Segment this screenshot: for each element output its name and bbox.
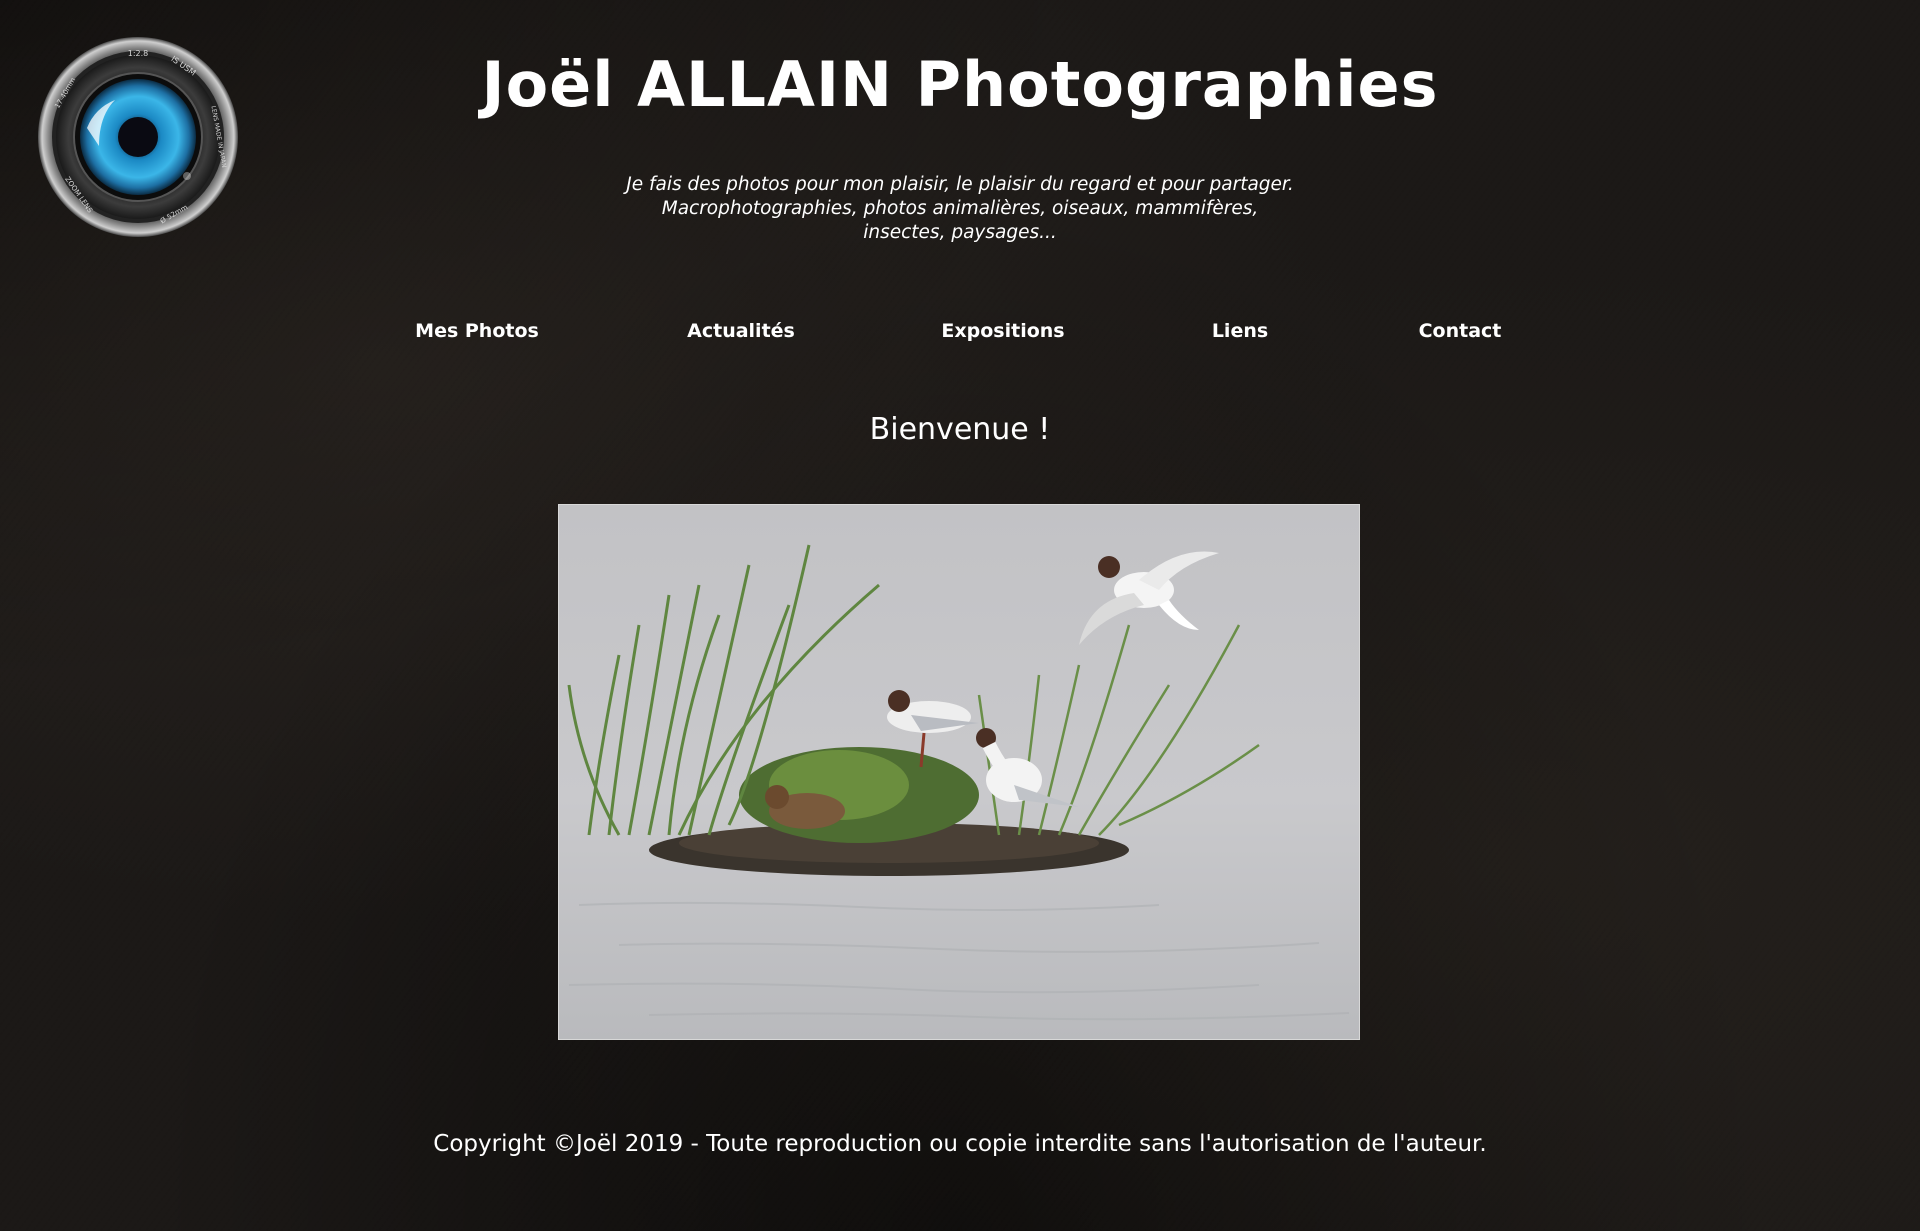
nav-item-expositions[interactable]: Expositions xyxy=(941,320,1064,342)
site-tagline: Je fais des photos pour mon plaisir, le … xyxy=(560,173,1360,245)
nav-item-contact[interactable]: Contact xyxy=(1419,320,1502,342)
tagline-line: Macrophotographies, photos animalières, … xyxy=(661,198,1259,219)
welcome-heading: Bienvenue ! xyxy=(869,412,1051,447)
tagline-line: insectes, paysages... xyxy=(863,222,1057,243)
nav-item-actualites[interactable]: Actualités xyxy=(687,320,795,342)
nav-item-liens[interactable]: Liens xyxy=(1212,320,1268,342)
site-title[interactable]: Joël ALLAIN Photographies xyxy=(0,48,1920,121)
nav-item-mes-photos[interactable]: Mes Photos xyxy=(415,320,539,342)
featured-photo[interactable] xyxy=(558,504,1360,1040)
main-nav: Mes Photos Actualités Expositions Liens … xyxy=(0,320,1920,350)
tagline-line: Je fais des photos pour mon plaisir, le … xyxy=(626,174,1294,195)
copyright-footer: Copyright ©Joël 2019 - Toute reproductio… xyxy=(433,1131,1487,1157)
